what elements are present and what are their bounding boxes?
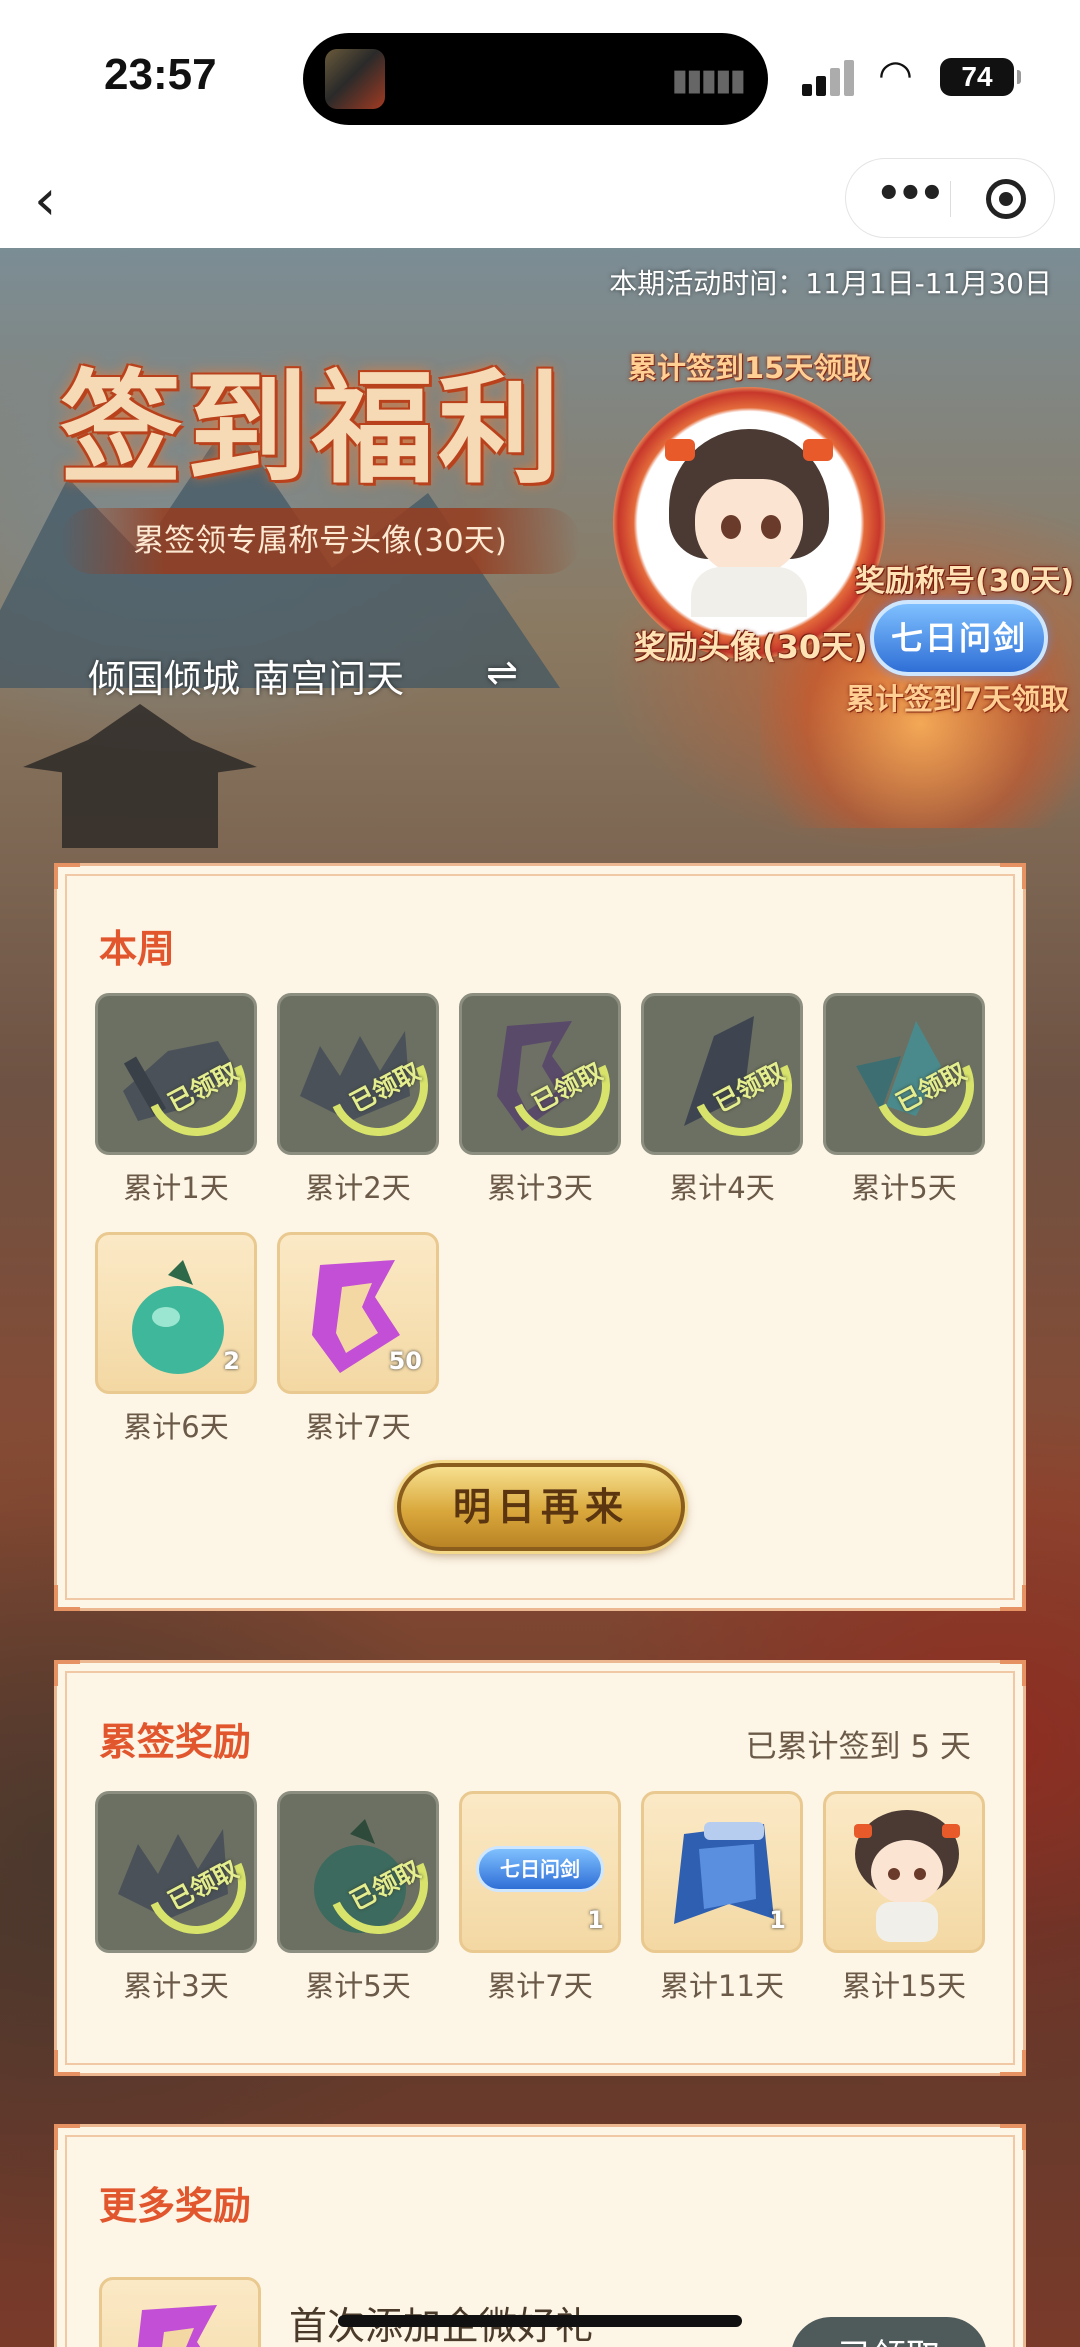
- item-label: 累计3天: [487, 1171, 593, 1205]
- week-panel: 本周 已领取 累计1天 已领取 累计2天 已领取 累计3天 已领取 累计4天 已…: [54, 863, 1026, 1611]
- banner-title: 签到福利: [60, 356, 564, 500]
- cumulative-panel: 累签奖励 已累计签到 5 天 已领取 累计3天 已领取 累计5天 七日问剑 1 …: [54, 1660, 1026, 2076]
- avatar-portrait-icon: [854, 1810, 960, 1942]
- cumulative-item-3d[interactable]: 已领取 累计3天: [95, 1791, 257, 2005]
- signal-icon: [802, 60, 858, 96]
- week-item-1[interactable]: 已领取 累计1天: [95, 993, 257, 1207]
- status-bar: 23:57 ▮▮▮▮▮ ◠ 74: [0, 0, 1080, 150]
- cumulative-item-11d[interactable]: 1 累计11天: [641, 1791, 803, 2005]
- dynamic-island: ▮▮▮▮▮: [303, 33, 768, 125]
- item-label: 累计7天: [487, 1969, 593, 2003]
- item-label: 累计5天: [851, 1171, 957, 1205]
- item-quantity: 2: [223, 1347, 240, 1375]
- title-badge-icon: 七日问剑: [476, 1846, 604, 1892]
- avatar-portrait-icon: [661, 429, 837, 617]
- cumulative-item-7d[interactable]: 七日问剑 1 累计7天: [459, 1791, 621, 2005]
- nav-bar: ‹ •••: [0, 150, 1080, 248]
- status-time: 23:57: [104, 50, 217, 99]
- week-item-5[interactable]: 已领取 累计5天: [823, 993, 985, 1207]
- wifi-icon: ◠: [878, 52, 913, 98]
- player-name: 倾国倾城 南宫问天: [88, 657, 405, 701]
- mini-program-capsule: •••: [845, 158, 1055, 238]
- item-label: 累计3天: [123, 1969, 229, 2003]
- week-item-4[interactable]: 已领取 累计4天: [641, 993, 803, 1207]
- activity-period: 本期活动时间：11月1日-11月30日: [609, 267, 1052, 300]
- week-item-7[interactable]: 50 累计7天: [277, 1232, 439, 1446]
- cumulative-item-5d[interactable]: 已领取 累计5天: [277, 1791, 439, 2005]
- battery-icon: 74: [940, 58, 1021, 96]
- reward-avatar[interactable]: [613, 387, 885, 659]
- cumulative-progress: 已累计签到 5 天: [745, 1729, 971, 1765]
- title-reward-label: 奖励称号(30天): [855, 564, 1075, 599]
- item-label: 累计4天: [669, 1171, 775, 1205]
- item-label: 累计6天: [123, 1410, 229, 1444]
- app-thumbnail: [325, 49, 385, 109]
- cumulative-item-15d[interactable]: 累计15天: [823, 1791, 985, 2005]
- banner-subtitle: 累签领专属称号头像(30天): [60, 508, 580, 574]
- hint-7-days: 累计签到7天领取: [846, 682, 1070, 716]
- item-label: 累计7天: [305, 1410, 411, 1444]
- capsule-divider: [950, 181, 951, 217]
- item-label: 累计2天: [305, 1171, 411, 1205]
- reward-title-badge[interactable]: 七日问剑: [870, 600, 1048, 676]
- week-heading: 本周: [99, 927, 176, 971]
- week-item-3[interactable]: 已领取 累计3天: [459, 993, 621, 1207]
- item-quantity: 50: [388, 1347, 422, 1375]
- more-item-icon-box: [99, 2277, 261, 2347]
- more-panel: 更多奖励 首次添加企微好礼 已领取: [54, 2124, 1026, 2347]
- item-label: 累计15天: [842, 1969, 966, 2003]
- item-quantity: 1: [769, 1906, 786, 1934]
- come-back-tomorrow-button[interactable]: 明日再来: [397, 1463, 685, 1551]
- purple-gem-icon: [137, 2305, 217, 2347]
- item-label: 累计5天: [305, 1969, 411, 2003]
- more-dots-icon[interactable]: •••: [876, 171, 945, 217]
- week-item-6[interactable]: 2 累计6天: [95, 1232, 257, 1446]
- more-heading: 更多奖励: [99, 2184, 252, 2228]
- item-label: 累计1天: [123, 1171, 229, 1205]
- cumulative-heading: 累签奖励: [99, 1720, 252, 1764]
- claimed-button[interactable]: 已领取: [791, 2317, 987, 2347]
- home-indicator[interactable]: [338, 2315, 742, 2327]
- hint-15-days: 累计签到15天领取: [628, 351, 872, 385]
- chevron-left-icon[interactable]: ‹: [34, 168, 56, 233]
- item-label: 累计11天: [660, 1969, 784, 2003]
- week-item-2[interactable]: 已领取 累计2天: [277, 993, 439, 1207]
- item-quantity: 1: [587, 1906, 604, 1934]
- swap-icon[interactable]: ⇌: [486, 650, 518, 694]
- avatar-reward-label: 奖励头像(30天): [634, 628, 868, 666]
- target-icon[interactable]: [986, 179, 1026, 219]
- audio-wave-icon: ▮▮▮▮▮: [671, 63, 746, 98]
